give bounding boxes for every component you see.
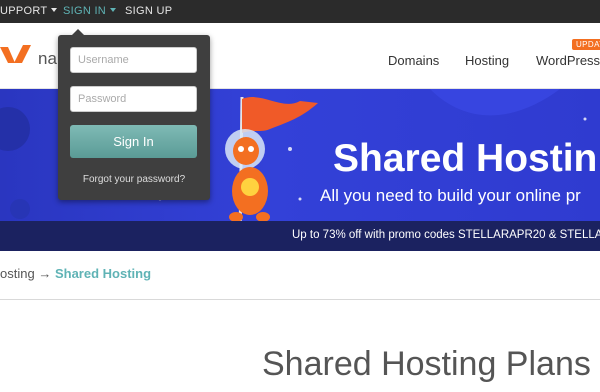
page-title: Shared Hosting Plans — [262, 345, 591, 383]
promo-text: Up to 73% off with promo codes STELLARAP… — [292, 229, 600, 241]
sign-in-button[interactable]: Sign In — [70, 125, 197, 158]
brand-logo-text[interactable]: na — [38, 49, 57, 69]
brand-logo-icon[interactable] — [0, 41, 34, 69]
hero-subtitle: All you need to build your online pr — [320, 186, 581, 205]
breadcrumb: osting → Shared Hosting — [0, 266, 151, 281]
username-input[interactable] — [70, 47, 197, 73]
breadcrumb-separator: → — [38, 266, 52, 281]
hero-title: Shared Hostin — [333, 137, 598, 180]
breadcrumb-parent-link[interactable]: osting — [0, 266, 35, 281]
update-badge: UPDAT — [572, 39, 600, 50]
divider — [0, 299, 600, 300]
nav-hosting[interactable]: Hosting — [465, 53, 509, 68]
promo-bar: Up to 73% off with promo codes STELLARAP… — [0, 221, 600, 251]
caret-down-icon — [110, 8, 117, 12]
forgot-password-link[interactable]: Forgot your password? — [58, 174, 210, 185]
sign-in-menu-label: SIGN IN — [63, 5, 107, 17]
breadcrumb-current: Shared Hosting — [54, 266, 152, 281]
sign-in-dropdown: Sign In Forgot your password? — [58, 29, 210, 200]
nav-wordpress[interactable]: WordPress — [536, 53, 600, 68]
nav-domains[interactable]: Domains — [388, 53, 439, 68]
password-input[interactable] — [70, 86, 197, 112]
sign-up-label: SIGN UP — [125, 5, 173, 17]
caret-down-icon — [51, 8, 58, 12]
support-menu-label: UPPORT — [0, 5, 48, 17]
sign-in-menu[interactable]: SIGN IN — [63, 0, 117, 23]
support-menu[interactable]: UPPORT — [0, 0, 58, 23]
sign-up-link[interactable]: SIGN UP — [125, 0, 172, 23]
top-utility-bar: UPPORT SIGN IN SIGN UP — [0, 0, 600, 23]
